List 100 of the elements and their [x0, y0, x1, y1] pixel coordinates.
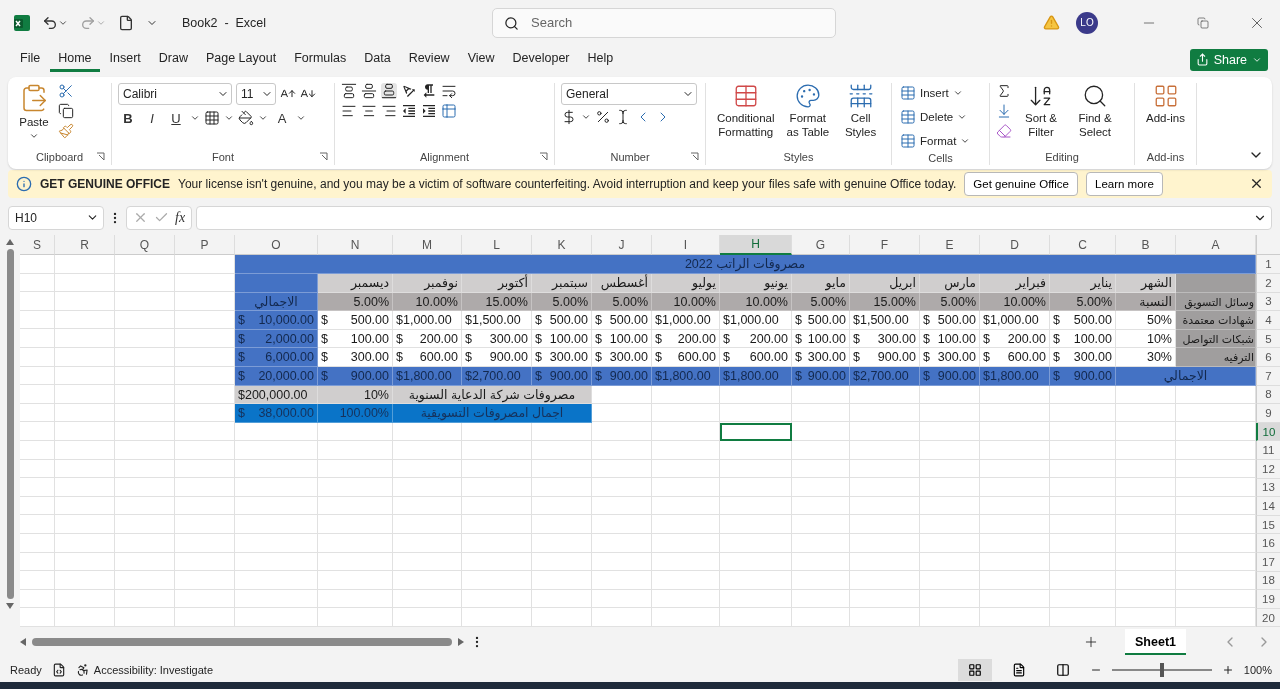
number-format-select[interactable]: General — [561, 82, 697, 105]
banner-button[interactable]: Get genuine Office — [964, 171, 1078, 196]
scroll-left-icon[interactable] — [20, 638, 26, 647]
banner-button[interactable]: Learn more — [1086, 171, 1163, 196]
active-cell[interactable] — [720, 422, 792, 442]
column-header[interactable]: K — [532, 235, 592, 256]
column-header[interactable]: E — [920, 235, 980, 256]
scroll-down-icon[interactable] — [6, 603, 14, 610]
ribbon-tab[interactable]: Draw — [150, 47, 196, 73]
scissors-icon[interactable] — [58, 82, 74, 99]
paste-button[interactable]: Paste — [14, 82, 54, 142]
scroll-thumb[interactable] — [6, 249, 14, 600]
ribbon-tab[interactable]: Help — [579, 47, 622, 73]
editing-button[interactable]: Find & Select — [1070, 82, 1120, 140]
ribbon-tab[interactable]: File — [12, 47, 49, 73]
file-icon[interactable] — [118, 14, 134, 31]
merge-cells-icon[interactable] — [441, 102, 457, 119]
row-header[interactable]: 4 — [1256, 311, 1280, 330]
cells-button[interactable]: Format — [898, 130, 973, 151]
ribbon-tab[interactable]: Developer — [504, 47, 578, 73]
horizontal-scrollbar[interactable] — [32, 638, 452, 647]
underline-button[interactable]: U — [166, 108, 186, 128]
decrease-indent-icon[interactable] — [401, 102, 417, 119]
zoom-thumb[interactable] — [1159, 662, 1164, 677]
column-header[interactable]: D — [980, 235, 1050, 256]
column-header[interactable]: A — [1176, 235, 1256, 256]
column-header[interactable]: O — [235, 235, 318, 256]
name-box[interactable]: H10 — [8, 205, 104, 230]
row-header[interactable]: 19 — [1256, 590, 1280, 609]
column-header[interactable]: G — [792, 235, 850, 256]
column-header[interactable]: M — [393, 235, 462, 256]
row-header[interactable]: 9 — [1256, 404, 1280, 423]
row-header[interactable]: 7 — [1256, 367, 1280, 386]
cells-button[interactable]: Delete — [898, 106, 973, 127]
row-header[interactable]: 16 — [1256, 534, 1280, 553]
ribbon-tab[interactable]: Home — [50, 47, 100, 73]
styles-button[interactable]: Cell Styles — [836, 82, 885, 140]
column-header[interactable]: C — [1050, 235, 1116, 256]
row-header[interactable]: 1 — [1256, 255, 1280, 275]
scroll-up-icon[interactable] — [6, 239, 14, 246]
zoom-in-icon[interactable] — [1221, 663, 1234, 676]
view-button[interactable] — [957, 658, 992, 681]
share-button[interactable]: Share — [1189, 48, 1268, 71]
copy-icon[interactable] — [58, 102, 74, 119]
formula-field[interactable] — [196, 205, 1272, 230]
font-color-button[interactable]: A — [272, 108, 292, 128]
increase-indent-icon[interactable] — [421, 102, 437, 119]
size-select[interactable]: 11 — [236, 82, 276, 105]
insert-function-button[interactable]: fx — [175, 209, 186, 226]
launcher-icon[interactable] — [690, 151, 699, 161]
accessibility-icon[interactable] — [75, 662, 90, 677]
column-header[interactable]: Q — [115, 235, 175, 256]
launcher-icon[interactable] — [319, 151, 328, 161]
font-select[interactable]: Calibri — [118, 82, 232, 105]
dollar-icon[interactable] — [561, 108, 577, 125]
addins-button[interactable]: Add-ins — [1141, 82, 1190, 126]
scroll-right-icon[interactable] — [458, 638, 464, 647]
column-header[interactable]: I — [652, 235, 720, 256]
user-avatar[interactable]: LO — [1076, 11, 1098, 34]
italic-button[interactable]: I — [142, 108, 162, 128]
column-header[interactable]: N — [318, 235, 393, 256]
ribbon-tab[interactable]: Data — [356, 47, 399, 73]
editing-button[interactable]: Sort & Filter — [1016, 82, 1066, 140]
ribbon-tab[interactable]: Review — [400, 47, 458, 73]
cells-button[interactable]: Insert — [898, 82, 973, 103]
column-header[interactable]: J — [592, 235, 652, 256]
align-bottom-icon[interactable] — [381, 82, 397, 99]
accessibility-status[interactable]: Accessibility: Investigate — [93, 663, 213, 676]
percent-icon[interactable] — [595, 108, 611, 125]
bold-button[interactable]: B — [118, 108, 138, 128]
restore-icon[interactable] — [1197, 16, 1209, 29]
ribbon-tab[interactable]: Page Layout — [197, 47, 285, 73]
ribbon-tab[interactable]: View — [459, 47, 503, 73]
launcher-icon[interactable] — [539, 151, 548, 161]
styles-button[interactable]: Conditional Formatting — [712, 82, 780, 140]
undo-icon[interactable] — [42, 14, 58, 31]
search-field[interactable]: Search — [492, 7, 836, 38]
row-header[interactable]: 14 — [1256, 497, 1280, 516]
fill-bucket-icon[interactable] — [238, 110, 254, 127]
column-header[interactable]: F — [850, 235, 920, 256]
borders-icon[interactable] — [204, 110, 220, 127]
column-header[interactable]: B — [1116, 235, 1176, 256]
row-header[interactable]: 12 — [1256, 460, 1280, 479]
column-header[interactable]: H — [720, 235, 792, 256]
align-top-icon[interactable] — [341, 82, 357, 99]
ribbon-tab[interactable]: Formulas — [286, 47, 355, 73]
macro-icon[interactable] — [51, 662, 66, 677]
column-header[interactable]: R — [55, 235, 115, 256]
autosum-icon[interactable] — [996, 82, 1012, 99]
ribbon-tab[interactable]: Insert — [101, 47, 149, 73]
column-header[interactable]: P — [175, 235, 235, 256]
row-header[interactable]: 2 — [1256, 274, 1280, 293]
styles-button[interactable]: Format as Table — [783, 82, 833, 140]
row-header[interactable]: 6 — [1256, 348, 1280, 368]
column-header[interactable]: L — [462, 235, 532, 256]
text-direction-icon[interactable] — [421, 82, 437, 99]
column-header[interactable]: S — [20, 235, 55, 256]
sheet-tab[interactable]: Sheet1 — [1125, 629, 1186, 656]
row-header[interactable]: 11 — [1256, 441, 1280, 460]
eraser-icon[interactable] — [996, 122, 1012, 139]
